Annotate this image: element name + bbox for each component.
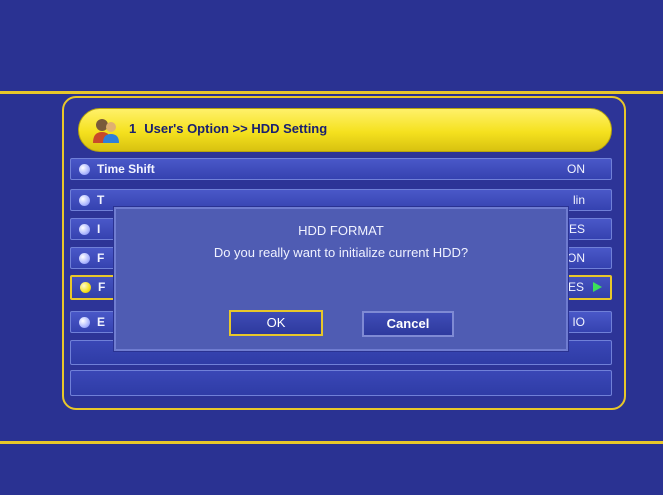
menu-item-label: I <box>97 222 101 236</box>
top-divider <box>0 91 663 94</box>
menu-item-empty-2 <box>70 370 612 396</box>
menu-item-label: F <box>97 251 105 265</box>
menu-item-value: ES <box>567 280 584 294</box>
bullet-icon <box>79 317 90 328</box>
menu-item-value: ON <box>567 162 585 176</box>
bullet-icon <box>79 253 90 264</box>
menu-item-time-shift[interactable]: Time Shift ON <box>70 158 612 180</box>
menu-item-value: IO <box>572 315 585 329</box>
hdd-format-dialog: HDD FORMAT Do you really want to initial… <box>114 207 568 351</box>
menu-item-label: Time Shift <box>97 162 155 176</box>
bottom-divider <box>0 441 663 444</box>
menu-item-label: T <box>97 193 105 207</box>
bullet-icon <box>80 282 91 293</box>
bullet-icon <box>79 224 90 235</box>
dialog-title: HDD FORMAT <box>298 223 384 238</box>
menu-number: 1 <box>129 121 137 136</box>
dialog-message: Do you really want to initialize current… <box>213 245 469 260</box>
menu-item-label: E <box>97 315 106 329</box>
users-icon <box>91 115 121 145</box>
menu-item-value: lin <box>572 193 585 207</box>
breadcrumb-text: User's Option >> HDD Setting <box>144 121 328 136</box>
breadcrumb: 1 User's Option >> HDD Setting <box>129 121 327 136</box>
menu-item-value: ON <box>567 251 585 265</box>
bullet-icon <box>79 195 90 206</box>
cancel-button[interactable]: Cancel <box>362 311 454 337</box>
menu-item-label: F <box>98 280 106 294</box>
ok-button[interactable]: OK <box>229 310 323 336</box>
right-arrow-icon <box>593 282 602 292</box>
bullet-icon <box>79 164 90 175</box>
menu-item-value: ES <box>568 222 585 236</box>
menu-title-bar: 1 User's Option >> HDD Setting <box>78 108 612 152</box>
